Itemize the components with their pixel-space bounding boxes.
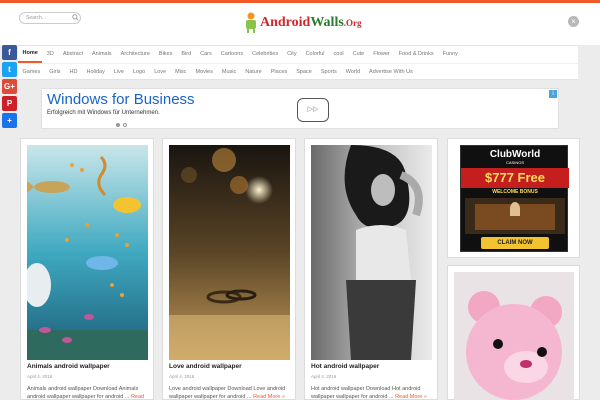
nav-item-funny[interactable]: Funny	[438, 46, 462, 63]
wallpaper-card[interactable]: Love android wallpaper April 4, 2016 Lov…	[162, 138, 296, 400]
nav-item-live[interactable]: Live	[109, 64, 128, 81]
nav-item-music[interactable]: Music	[217, 64, 240, 81]
nav-item-holiday[interactable]: Holiday	[82, 64, 109, 81]
pinterest-icon[interactable]: P	[2, 96, 17, 111]
nav-item-nature[interactable]: Nature	[241, 64, 267, 81]
card-description: Love android wallpaper Download Love and…	[169, 385, 289, 400]
casino-ad-image	[465, 198, 565, 234]
site-header: Search... AndroidWalls.Org ×	[0, 3, 600, 45]
category-nav: Home 3D Abstract Animals Architecture Bikes Bi…	[18, 45, 578, 80]
nav-item-celebrities[interactable]: Celebrities	[248, 46, 283, 63]
ad-pager	[116, 123, 127, 127]
wallpaper-thumbnail-animals[interactable]	[27, 145, 148, 360]
card-title[interactable]: Love android wallpaper	[169, 363, 242, 370]
card-title[interactable]: Animals android wallpaper	[27, 363, 110, 370]
read-more-link[interactable]: Read More »	[253, 394, 285, 400]
card-description: Hot android wallpaper Download Hot andro…	[311, 385, 431, 400]
read-more-link[interactable]: Read More »	[395, 394, 427, 400]
twitter-icon[interactable]: t	[2, 62, 17, 77]
casino-ad-offer: $777 Free	[461, 168, 569, 188]
nav-item-girls[interactable]: Girls	[45, 64, 65, 81]
card-date: April 4, 2016	[27, 374, 53, 379]
category-nav-row-2: Games Girls HD Holiday Live Logo Love Misc Movie…	[18, 63, 578, 80]
nav-item-cute[interactable]: Cute	[348, 46, 369, 63]
sidebar-wallpaper-card[interactable]	[447, 265, 580, 400]
teddy-bear-thumbnail[interactable]	[454, 272, 574, 400]
casino-ad-sub: CASINOS	[505, 160, 524, 165]
ad-pager-dot[interactable]	[116, 123, 120, 127]
logo-text-walls: Walls	[310, 15, 344, 30]
nav-item-food-drinks[interactable]: Food & Drinks	[394, 46, 438, 63]
site-logo[interactable]: AndroidWalls.Org	[244, 11, 362, 35]
nav-item-cars[interactable]: Cars	[196, 46, 217, 63]
nav-item-logo[interactable]: Logo	[128, 64, 149, 81]
card-date: April 4, 2016	[169, 374, 195, 379]
share-icon[interactable]: +	[2, 113, 17, 128]
nav-item-misc[interactable]: Misc	[171, 64, 191, 81]
facebook-icon[interactable]: f	[2, 45, 17, 60]
ad-next-button[interactable]: ▷▷	[297, 98, 329, 122]
nav-item-architecture[interactable]: Architecture	[116, 46, 154, 63]
logo-text-android: Android	[260, 15, 311, 30]
card-date: April 4, 2016	[311, 374, 337, 379]
nav-item-advertise-with-us[interactable]: Advertise With Us	[365, 64, 418, 81]
nav-item-hd[interactable]: HD	[65, 64, 82, 81]
wallpaper-card[interactable]: Hot android wallpaper April 4, 2016 Hot …	[304, 138, 438, 400]
sidebar-ad-card[interactable]: ClubWorld CASINOS $777 Free WELCOME BONU…	[447, 138, 580, 258]
nav-item-movies[interactable]: Movies	[191, 64, 217, 81]
wallpaper-thumbnail-hot[interactable]	[311, 145, 432, 360]
claim-now-button[interactable]: CLAIM NOW	[481, 237, 549, 249]
ad-pager-dot[interactable]	[123, 123, 127, 127]
wallpaper-card[interactable]: Animals android wallpaper April 4, 2016 …	[20, 138, 154, 400]
social-share-bar: f t G+ P +	[2, 45, 18, 130]
nav-item-city[interactable]: City	[283, 46, 301, 63]
card-title[interactable]: Hot android wallpaper	[311, 363, 379, 370]
wallpaper-thumbnail-love[interactable]	[169, 145, 290, 360]
category-nav-row-1: Home 3D Abstract Animals Architecture Bikes Bi…	[18, 46, 462, 63]
ad-info-icon[interactable]: i	[549, 90, 557, 98]
nav-item-abstract[interactable]: Abstract	[58, 46, 87, 63]
android-robot-icon	[246, 12, 256, 33]
nav-item-colorful[interactable]: Colorful	[301, 46, 329, 63]
nav-item-home[interactable]: Home	[18, 46, 43, 63]
nav-item-bird[interactable]: Bird	[177, 46, 196, 63]
nav-item-love[interactable]: Love	[150, 64, 171, 81]
read-more-link[interactable]: Read	[131, 394, 144, 400]
nav-item-bikes[interactable]: Bikes	[154, 46, 176, 63]
nav-item-animals[interactable]: Animals	[88, 46, 117, 63]
nav-item-cool[interactable]: cool	[329, 46, 348, 63]
google-plus-icon[interactable]: G+	[2, 79, 17, 94]
nav-item-3d[interactable]: 3D	[42, 46, 58, 63]
casino-ad[interactable]: ClubWorld CASINOS $777 Free WELCOME BONU…	[460, 145, 569, 252]
nav-item-places[interactable]: Places	[266, 64, 292, 81]
casino-ad-bonus: WELCOME BONUS	[492, 189, 538, 195]
casino-ad-brand: ClubWorld	[489, 149, 541, 160]
nav-item-flower[interactable]: Flower	[369, 46, 395, 63]
nav-item-sports[interactable]: Sports	[316, 64, 341, 81]
nav-item-world[interactable]: World	[341, 64, 364, 81]
nav-item-space[interactable]: Space	[292, 64, 317, 81]
search-icon[interactable]	[72, 14, 79, 21]
close-icon[interactable]: ×	[568, 16, 579, 27]
logo-text-tld: .Org	[343, 18, 362, 28]
nav-item-cartoons[interactable]: Cartoons	[216, 46, 247, 63]
ad-subtitle: Erfolgreich mit Windows für Unternehmen.	[47, 110, 160, 116]
ad-title[interactable]: Windows for Business	[47, 91, 197, 108]
card-description-text: Animals android wallpaper Download Anima…	[27, 386, 139, 400]
nav-item-games[interactable]: Games	[18, 64, 45, 81]
card-description: Animals android wallpaper Download Anima…	[27, 385, 147, 400]
